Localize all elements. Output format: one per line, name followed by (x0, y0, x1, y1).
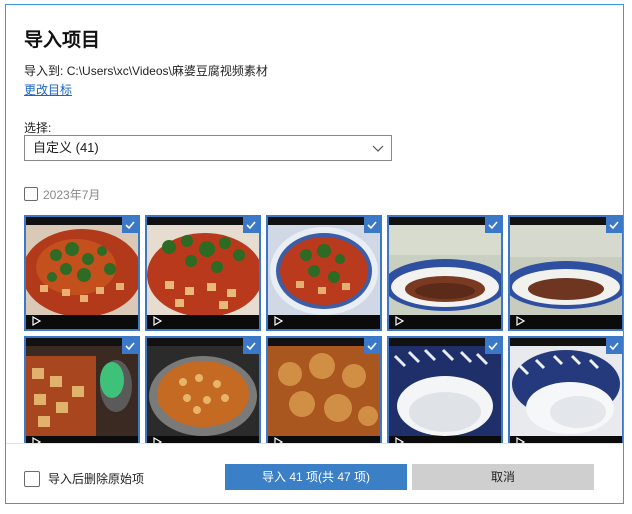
play-icon (395, 315, 405, 327)
checkbox-checked-icon[interactable] (243, 217, 259, 233)
checkbox-checked-icon[interactable] (485, 217, 501, 233)
video-thumb-1[interactable] (24, 215, 140, 331)
video-thumb-8[interactable] (266, 336, 382, 452)
date-group: 2023年7月 (24, 185, 100, 203)
checkbox-checked-icon[interactable] (122, 217, 138, 233)
video-thumb-10[interactable] (508, 336, 623, 452)
video-thumb-7[interactable] (145, 336, 261, 452)
selection-dropdown[interactable]: 自定义 (41) (24, 135, 392, 161)
cancel-button[interactable]: 取消 (412, 464, 594, 490)
import-button[interactable]: 导入 41 项(共 47 项) (225, 464, 407, 490)
checkbox-checked-icon[interactable] (364, 338, 380, 354)
bowl-image (510, 346, 622, 438)
import-dialog: 导入项目 导入到: C:\Users\xc\Videos\麻婆豆腐视频素材 更改… (5, 4, 624, 504)
pan-image (147, 346, 259, 438)
food-image (26, 225, 138, 317)
chevron-down-icon (372, 145, 384, 152)
dialog-title: 导入项目 (24, 30, 101, 51)
food-image (26, 346, 138, 438)
plate-image (389, 225, 501, 317)
thumb-bar (510, 315, 622, 329)
play-icon (32, 315, 42, 327)
group-checkbox[interactable] (24, 187, 38, 201)
video-thumb-5[interactable] (508, 215, 623, 331)
plate-image (510, 225, 622, 317)
destination-line: 导入到: C:\Users\xc\Videos\麻婆豆腐视频素材 (24, 62, 268, 79)
selection-value: 自定义 (41) (33, 140, 99, 155)
delete-after-import-checkbox[interactable] (24, 470, 40, 487)
checkbox-checked-icon[interactable] (243, 338, 259, 354)
date-group-label: 2023年7月 (43, 187, 101, 202)
video-thumb-9[interactable] (387, 336, 503, 452)
thumbnail-grid (24, 215, 623, 452)
checkbox-checked-icon[interactable] (364, 217, 380, 233)
checkbox-checked-icon[interactable] (606, 338, 622, 354)
checkbox-checked-icon[interactable] (606, 217, 622, 233)
food-image (268, 225, 380, 317)
bowl-image (389, 346, 501, 438)
video-thumb-4[interactable] (387, 215, 503, 331)
thumb-bar (268, 315, 380, 329)
change-target-link[interactable]: 更改目标 (24, 81, 72, 98)
play-icon (516, 315, 526, 327)
destination-path: C:\Users\xc\Videos\麻婆豆腐视频素材 (66, 64, 268, 78)
delete-after-import-option[interactable]: 导入后删除原始项 (24, 470, 144, 487)
checkbox-checked-icon[interactable] (122, 338, 138, 354)
thumb-bar (26, 315, 138, 329)
play-icon (274, 315, 284, 327)
destination-label: 导入到: (24, 64, 64, 78)
select-label: 选择: (24, 121, 52, 135)
thumb-bar (147, 315, 259, 329)
dialog-footer: 导入后删除原始项 导入 41 项(共 47 项) 取消 (6, 443, 623, 503)
video-thumb-6[interactable] (24, 336, 140, 452)
delete-after-import-label: 导入后删除原始项 (48, 472, 145, 486)
video-thumb-2[interactable] (145, 215, 261, 331)
video-thumb-3[interactable] (266, 215, 382, 331)
blurred-food-image (268, 346, 380, 438)
thumb-bar (389, 315, 501, 329)
food-image (147, 225, 259, 317)
checkbox-checked-icon[interactable] (485, 338, 501, 354)
play-icon (153, 315, 163, 327)
